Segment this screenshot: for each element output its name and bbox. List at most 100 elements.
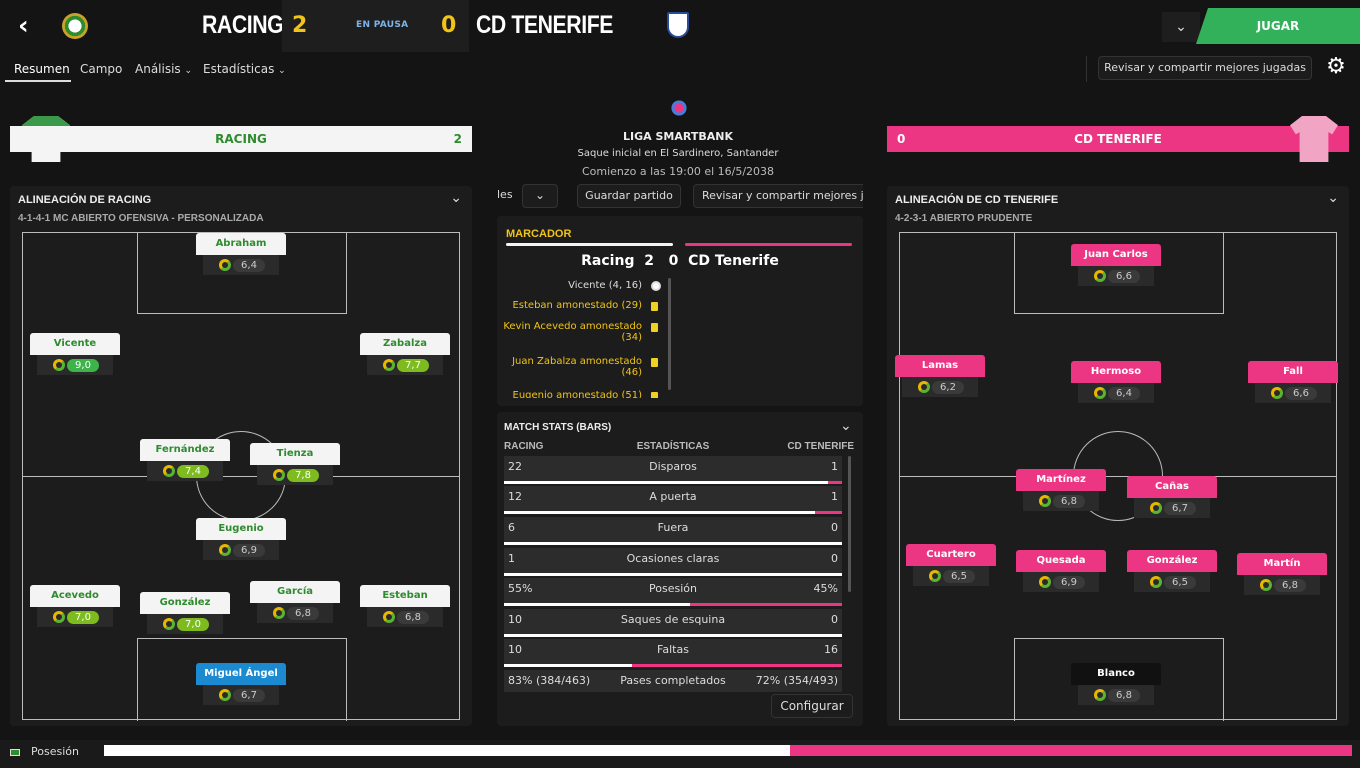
center-dropdown-button[interactable]: ⌄: [522, 184, 558, 208]
player-card[interactable]: Martínez 6,8: [1016, 469, 1106, 513]
save-match-button[interactable]: Guardar partido: [577, 184, 681, 208]
events-scrollbar[interactable]: [668, 278, 671, 390]
player-card[interactable]: Martín 6,8: [1237, 553, 1327, 597]
player-rating: 6,5: [1164, 576, 1196, 589]
rating-icon: [383, 359, 395, 371]
match-kickoff: Comienzo a las 19:00 el 16/5/2038: [581, 165, 775, 178]
stat-bar: [504, 634, 842, 637]
stat-row: 55% Posesión 45%: [504, 578, 842, 606]
player-card[interactable]: Fernández 7,4: [140, 439, 230, 483]
player-card[interactable]: Tienza 7,8: [250, 443, 340, 487]
player-card[interactable]: Cuartero 6,5: [906, 544, 996, 588]
player-name: Fall: [1248, 361, 1338, 383]
stats-scrollbar[interactable]: [848, 456, 851, 592]
player-card[interactable]: García 6,8: [250, 581, 340, 625]
player-card[interactable]: Esteban 6,8: [360, 585, 450, 629]
stat-bar-home: [504, 634, 842, 637]
player-name: Esteban: [360, 585, 450, 607]
player-card[interactable]: Quesada 6,9: [1016, 550, 1106, 594]
player-rating: 6,6: [1108, 270, 1140, 283]
tab-campo[interactable]: Campo: [80, 62, 122, 76]
rating-icon: [219, 259, 231, 271]
center-toolbar: les ⌄ Guardar partido Revisar y comparti…: [497, 182, 863, 210]
footer-label: Posesión: [31, 745, 79, 758]
scoreboard-panel: MARCADOR Racing 2 0 CD Tenerife Vicente …: [497, 216, 863, 406]
event-text-2: (46): [621, 367, 642, 378]
away-banner-team: CD TENERIFE: [1074, 132, 1162, 146]
stat-away: 72% (354/493): [755, 674, 838, 687]
event-text-2: (34): [621, 332, 642, 343]
event-text: Vicente (4, 16): [568, 280, 642, 291]
review-share-button[interactable]: Revisar y compartir mejores jugadas: [1098, 56, 1312, 80]
player-card[interactable]: Fall 6,6: [1248, 361, 1338, 405]
collapse-chevron-icon[interactable]: ⌄: [1327, 190, 1339, 206]
player-name: Blanco: [1071, 663, 1161, 685]
rating-icon: [53, 611, 65, 623]
player-card[interactable]: Juan Carlos 6,6: [1071, 244, 1161, 288]
home-score: 2: [292, 13, 308, 38]
competition-name: LIGA SMARTBANK: [623, 130, 733, 143]
player-name: Cañas: [1127, 476, 1217, 498]
tab-estadisticas[interactable]: Estadísticas ⌄: [203, 62, 286, 76]
player-card[interactable]: Miguel Ángel 6,7: [196, 663, 286, 707]
toolbar-divider: [1086, 56, 1087, 82]
player-rating: 6,4: [233, 259, 265, 272]
gear-icon[interactable]: ⚙: [1324, 56, 1348, 80]
rating-icon: [273, 607, 285, 619]
home-lineup-title: ALINEACIÓN DE RACING: [18, 194, 152, 206]
player-card[interactable]: Lamas 6,2: [895, 355, 985, 399]
tab-resumen[interactable]: Resumen: [14, 62, 70, 76]
player-card[interactable]: Hermoso 6,4: [1071, 361, 1161, 405]
tab-analisis[interactable]: Análisis ⌄: [135, 62, 192, 76]
away-team-name: CD TENERIFE: [476, 11, 614, 39]
event-item: Juan Zabalza amonestado (46): [497, 356, 642, 378]
stat-label: Saques de esquina: [620, 613, 726, 626]
back-arrow-icon[interactable]: ‹: [18, 13, 42, 39]
configure-button[interactable]: Configurar: [771, 694, 853, 718]
event-text: Kevin Acevedo amonestado: [503, 321, 642, 332]
player-name: Miguel Ángel: [196, 663, 286, 685]
player-name: García: [250, 581, 340, 603]
collapse-chevron-icon[interactable]: ⌄: [450, 190, 462, 206]
stat-away: 0: [831, 521, 838, 534]
match-venue: Saque inicial en El Sardinero, Santander: [577, 148, 779, 159]
rating-icon: [1094, 689, 1106, 701]
player-card[interactable]: Eugenio 6,9: [196, 518, 286, 562]
player-name: Tienza: [250, 443, 340, 465]
stat-bar-home: [504, 664, 633, 667]
player-name: Acevedo: [30, 585, 120, 607]
scoreboard-away: CD Tenerife: [688, 253, 779, 269]
rating-icon: [383, 611, 395, 623]
scoreboard-home: Racing: [581, 253, 635, 269]
stat-label: Fuera: [657, 521, 689, 534]
player-card[interactable]: Zabalza 7,7: [360, 333, 450, 377]
play-button[interactable]: JUGAR: [1196, 8, 1360, 44]
event-text: Esteban amonestado (29): [512, 300, 642, 311]
player-name: Martínez: [1016, 469, 1106, 491]
rating-icon: [929, 570, 941, 582]
player-card[interactable]: Cañas 6,7: [1127, 476, 1217, 520]
center-review-button[interactable]: Revisar y compartir mejores ju: [693, 184, 863, 208]
player-rating: 6,8: [1108, 689, 1140, 702]
stat-bar-home: [504, 603, 690, 606]
play-options-dropdown[interactable]: ⌄: [1162, 12, 1200, 42]
player-card[interactable]: Blanco 6,8: [1071, 663, 1161, 707]
player-rating: 6,2: [932, 381, 964, 394]
center-toolbar-les: les: [497, 188, 513, 201]
stat-away: 16: [824, 643, 838, 656]
home-banner-team: RACING: [215, 132, 267, 146]
event-item: Vicente (4, 16): [568, 280, 642, 291]
player-card[interactable]: Vicente 9,0: [30, 333, 120, 377]
player-card[interactable]: Acevedo 7,0: [30, 585, 120, 629]
player-card[interactable]: Abraham 6,4: [196, 233, 286, 277]
player-name: Eugenio: [196, 518, 286, 540]
player-rating: 7,4: [177, 465, 209, 478]
footer-possession-home: [104, 745, 791, 756]
collapse-chevron-icon[interactable]: ⌄: [840, 418, 852, 434]
player-card[interactable]: González 6,5: [1127, 550, 1217, 594]
ball-icon: [651, 281, 661, 291]
away-pitch: [899, 232, 1337, 721]
player-card[interactable]: González 7,0: [140, 592, 230, 636]
rating-icon: [1271, 387, 1283, 399]
stat-bar: [504, 573, 842, 576]
